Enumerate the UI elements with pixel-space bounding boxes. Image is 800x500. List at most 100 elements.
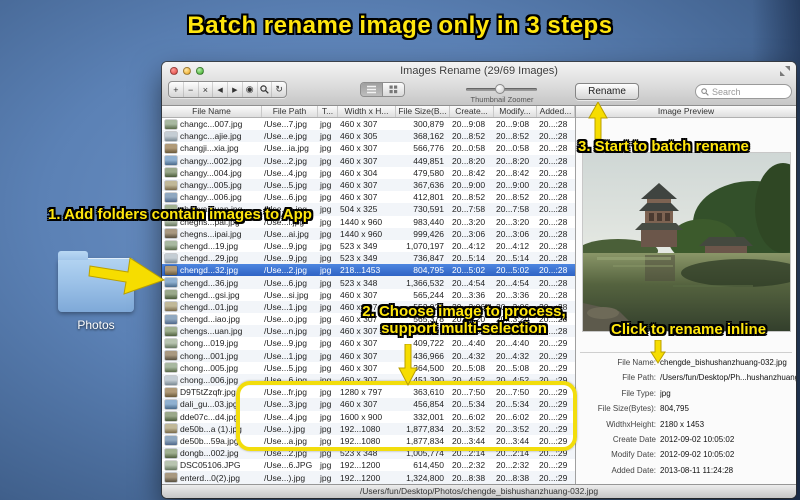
table-cell: chengd...01.jpg <box>180 301 239 312</box>
table-cell: 460 x 307 <box>340 362 378 373</box>
desktop: Batch rename image only in 3 steps Photo… <box>0 0 800 500</box>
file-thumbnail-icon <box>165 192 177 202</box>
toolbar-button-group: + − × ◀ ▶ ◉ ↻ <box>168 81 287 98</box>
column-header[interactable]: Create... <box>450 106 494 117</box>
table-row[interactable]: changji...xia.jpg/Use...ia.jpg jpg 460 x 3… <box>162 142 575 154</box>
step2-annotation: 2. Choose image to process, support mult… <box>362 303 566 337</box>
delete-button[interactable]: × <box>199 82 214 97</box>
file-thumbnail-icon <box>165 338 177 348</box>
table-cell: 20...5:02 <box>452 265 486 276</box>
table-cell: changji...xia.jpg <box>180 143 239 154</box>
table-cell: 20...8:42 <box>496 167 530 178</box>
column-header[interactable]: Modify... <box>494 106 537 117</box>
table-cell: /Use...6.jpg <box>264 277 307 288</box>
table-row[interactable]: chengd...36.jpg/Use...6.jpg jpg 523 x 348 1… <box>162 276 575 289</box>
table-row[interactable]: chong...001.jpg/Use...1.jpg jpg 460 x 307 4… <box>162 349 575 362</box>
folder-to-list-arrow-icon <box>88 257 166 295</box>
table-row[interactable]: changc...007.jpg/Use...7.jpg jpg 460 x 307… <box>162 118 575 130</box>
search-tool-button[interactable] <box>258 82 273 97</box>
table-cell: jpg <box>320 277 332 288</box>
file-thumbnail-icon <box>165 290 177 300</box>
preview-field: File Type: jpg <box>576 389 796 398</box>
table-cell: 449,851 <box>413 155 444 166</box>
table-cell: jpg <box>320 119 332 130</box>
table-cell: 1440 x 960 <box>340 228 383 239</box>
table-cell: 20...9:08 <box>496 119 530 130</box>
column-header[interactable]: File Size(B... <box>396 106 450 117</box>
column-header[interactable]: Added... <box>537 106 575 117</box>
table-row[interactable]: changc...ajie.jpg/Use...e.jpg jpg 460 x 30… <box>162 130 575 143</box>
table-row[interactable]: chong...005.jpg/Use...5.jpg jpg 460 x 307 3… <box>162 362 575 374</box>
table-cell: jpg <box>320 289 332 300</box>
table-cell: jpg <box>320 216 332 227</box>
file-thumbnail-icon <box>165 131 177 141</box>
table-row[interactable]: chengd...29.jpg/Use...9.jpg jpg 523 x 349 7… <box>162 252 575 265</box>
next-button[interactable]: ▶ <box>228 82 243 97</box>
preview-field-value: 2013-08-11 11:24:28 <box>660 465 734 475</box>
file-thumbnail-icon <box>165 351 177 361</box>
search-input[interactable]: Search <box>695 84 792 99</box>
column-header[interactable]: T... <box>318 106 338 117</box>
table-cell: 460 x 307 <box>340 155 378 166</box>
table-cell: jpg <box>320 301 332 312</box>
table-row[interactable]: chengd...19.jpg/Use...9.jpg jpg 523 x 349 1… <box>162 240 575 252</box>
table-row[interactable]: changy...002.jpg/Use...2.jpg jpg 460 x 307… <box>162 154 575 167</box>
thumbnail-zoomer-slider[interactable] <box>466 84 537 94</box>
table-row[interactable]: chegns...ipai.jpg/Use...ai.jpg jpg 1440 x … <box>162 227 575 240</box>
preview-field-value: 804,795 <box>660 404 689 414</box>
table-cell: 20...5:08 <box>452 362 486 373</box>
table-row[interactable]: chengd...32.jpg/Use...2.jpg jpg 218...1453… <box>162 264 575 277</box>
table-cell: 20...:28 <box>539 216 568 227</box>
table-row[interactable]: chengd...gsi.jpg/Use...si.jpg jpg 460 x 30… <box>162 289 575 301</box>
column-header[interactable]: File Path <box>262 106 318 117</box>
table-row[interactable]: chong...019.jpg/Use...9.jpg jpg 460 x 307 4… <box>162 337 575 349</box>
file-thumbnail-icon <box>165 412 177 422</box>
table-cell: 368,162 <box>413 131 444 142</box>
rename-button[interactable]: Rename <box>575 83 639 100</box>
table-row[interactable]: changy...005.jpg/Use...5.jpg jpg 460 x 307… <box>162 178 575 192</box>
column-header[interactable]: File Name <box>162 106 262 117</box>
table-cell: /Use...2.jpg <box>264 155 307 166</box>
refresh-button[interactable]: ↻ <box>272 82 286 97</box>
file-thumbnail-icon <box>165 326 177 336</box>
table-cell: 804,795 <box>413 265 444 276</box>
table-cell: 412,801 <box>413 192 444 203</box>
preview-file-name-value[interactable]: chengde_bishushanzhuang-032.jpg <box>660 358 787 367</box>
preview-field-value: 2180 x 1453 <box>660 419 705 429</box>
title-bar[interactable]: Images Rename (29/69 Images) <box>162 62 796 79</box>
table-cell: /Use...ia.jpg <box>264 143 309 154</box>
file-thumbnail-icon <box>165 241 177 251</box>
table-cell: jpg <box>320 228 332 239</box>
fullscreen-icon[interactable] <box>780 66 790 76</box>
preview-field: Create Date 2012-09-02 10:05:02 <box>576 435 796 444</box>
preview-eye-button[interactable]: ◉ <box>243 82 258 97</box>
step2-down-arrow-icon <box>398 344 418 386</box>
table-cell: enterd...0(2).jpg <box>180 472 241 483</box>
slider-knob[interactable] <box>495 84 505 94</box>
remove-button[interactable]: − <box>184 82 199 97</box>
table-cell: 460 x 307 <box>340 143 378 154</box>
table-cell: jpg <box>320 192 332 203</box>
table-row[interactable]: DSC05106.JPG/Use...6.JPG jpg 192...1200 614… <box>162 459 575 471</box>
toolbar: + − × ◀ ▶ ◉ ↻ Thumbnail Zoomer Rename Se… <box>162 79 796 105</box>
previous-button[interactable]: ◀ <box>213 82 228 97</box>
grid-view-button[interactable] <box>382 83 404 96</box>
table-cell: changy...006.jpg <box>180 192 242 203</box>
column-header[interactable]: Width x H... <box>338 106 396 117</box>
table-cell: /Use...si.jpg <box>264 289 309 300</box>
file-thumbnail-icon <box>165 363 177 373</box>
list-view-button[interactable] <box>361 83 382 96</box>
image-preview-header: Image Preview <box>576 106 796 118</box>
image-preview-photo <box>583 153 790 331</box>
table-cell: /Use...e.jpg <box>264 131 307 142</box>
table-cell: 20...:29 <box>539 472 568 483</box>
table-cell: jpg <box>320 204 332 215</box>
preview-field: Added Date: 2013-08-11 11:24:28 <box>576 466 796 475</box>
table-cell: 460 x 307 <box>340 192 378 203</box>
table-row[interactable]: enterd...0(2).jpg/Use...).jpg jpg 192...12… <box>162 471 575 484</box>
table-row[interactable]: changy...004.jpg/Use...4.jpg jpg 460 x 304… <box>162 167 575 179</box>
add-button[interactable]: + <box>169 82 184 97</box>
table-row[interactable]: changy...006.jpg/Use...6.jpg jpg 460 x 307… <box>162 191 575 203</box>
view-mode-segmented-control <box>360 82 405 97</box>
table-cell: 20...4:40 <box>496 338 530 349</box>
